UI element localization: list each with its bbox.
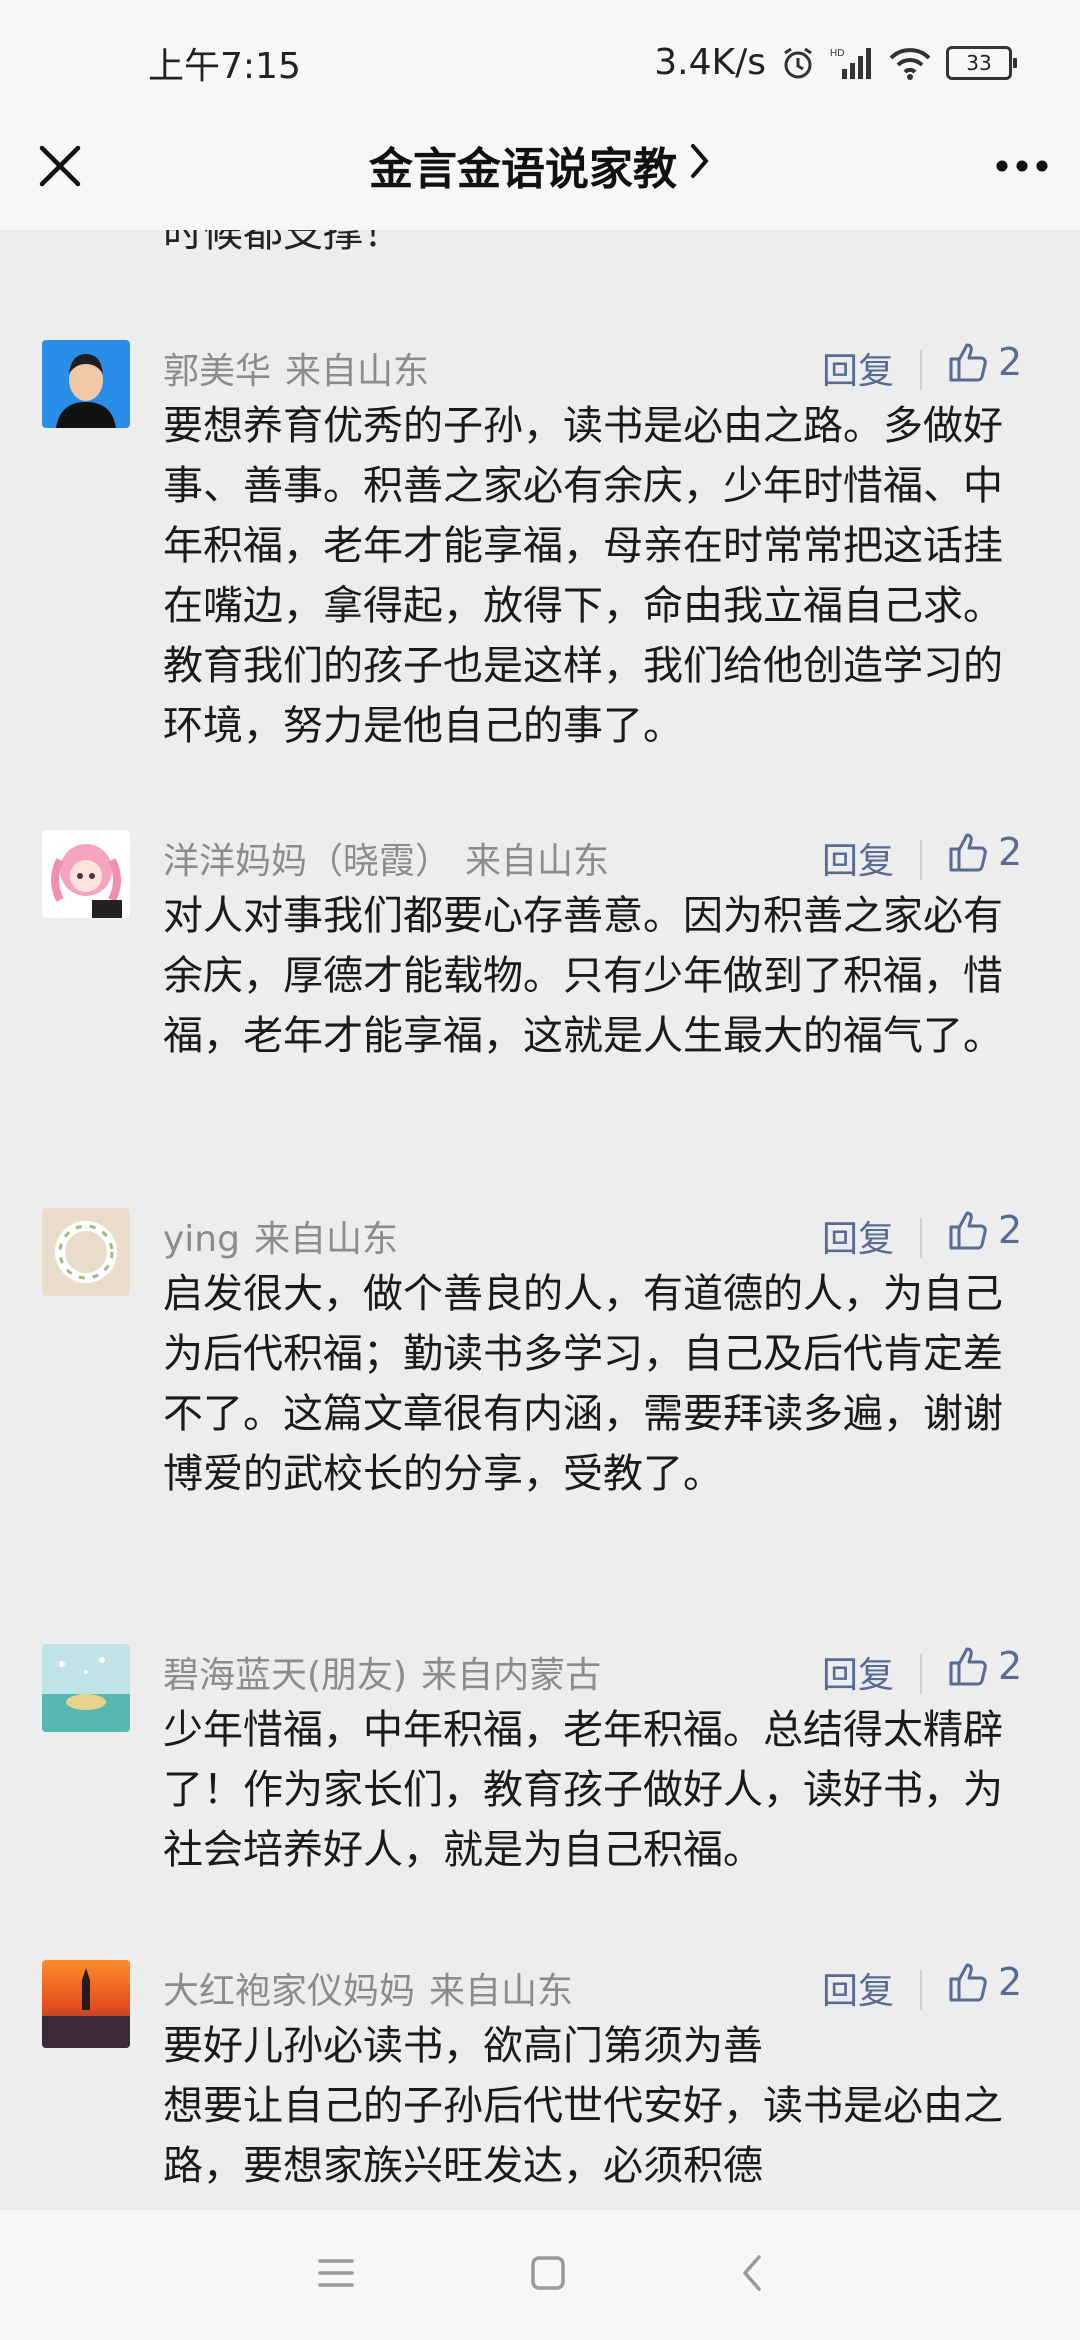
alarm-icon [780,45,816,81]
page-title[interactable]: 金言金语说家教 [369,133,711,197]
back-icon[interactable] [740,2253,764,2297]
like-button[interactable]: 2 [948,1960,1022,2004]
comment-item: 洋洋妈妈（晓霞） 来自山东 回复 2 对人对事我们都要心存善意。因为积善之家必有余… [0,830,1080,1060]
hd-signal-icon: HD [830,45,874,81]
commenter-name[interactable]: 大红袍家仪妈妈 [163,1971,415,2012]
thumbs-up-icon [949,1211,987,1250]
comment-meta: ying 来自山东 [163,1210,398,1262]
avatar[interactable] [42,1644,130,1732]
reply-button[interactable]: 回复 [822,1962,894,2014]
like-count: 2 [998,1208,1023,1252]
commenter-region: 来自山东 [253,1219,398,1260]
comment-text: 要想养育优秀的子孙，读书是必由之路。多做好事、善事。积善之家必有余庆，少年时惜福… [163,403,1003,749]
divider [920,840,922,880]
comment-item: 大红袍家仪妈妈 来自山东 回复 2 要好儿孙必读书，欲高门第须为善 想要让自己的子… [0,1960,1080,2210]
commenter-region: 来自内蒙古 [421,1655,602,1696]
comment-item: ying 来自山东 回复 2 启发很大，做个善良的人，有道德的人，为自己为后代积福… [0,1208,1080,1508]
reply-button[interactable]: 回复 [822,1646,894,1698]
avatar[interactable] [42,1208,130,1296]
close-icon[interactable] [32,138,88,194]
like-button[interactable]: 2 [948,1644,1022,1688]
divider [920,350,922,390]
thumbs-up-icon [949,343,987,382]
top-navigation: 金言金语说家教 [0,100,1080,230]
comment-meta: 碧海蓝天(朋友) 来自内蒙古 [163,1646,601,1698]
divider [920,1970,922,2010]
comment-meta: 洋洋妈妈（晓霞） 来自山东 [163,832,609,884]
thumbs-up-icon [949,833,987,872]
system-nav-bar [0,2210,1080,2340]
chevron-right-icon [689,140,711,191]
comment-meta: 大红袍家仪妈妈 来自山东 [163,1962,573,2014]
comment-text: 少年惜福，中年积福，老年积福。总结得太精辟了！作为家长们，教育孩子做好人，读好书… [163,1707,1003,1873]
like-button[interactable]: 2 [948,830,1022,874]
commenter-name[interactable]: 洋洋妈妈（晓霞） [163,841,451,882]
status-time: 上午7:15 [148,45,301,87]
like-count: 2 [998,1644,1023,1688]
divider [920,1654,922,1694]
thumbs-up-icon [949,1963,987,2002]
comment-meta: 郭美华 来自山东 [163,342,429,394]
more-icon[interactable] [994,150,1050,182]
commenter-region: 来自山东 [429,1971,574,2012]
partial-comment-text: 时候都支撑！ [163,230,403,256]
wifi-icon [888,45,932,81]
reply-button[interactable]: 回复 [822,1210,894,1262]
comment-list[interactable]: 时候都支撑！ 郭美华 来自山东 回复 2 要想养育优秀的子孙，读书是必由之路。多做… [0,230,1080,2210]
commenter-name[interactable]: ying [163,1219,240,1260]
commenter-name[interactable]: 碧海蓝天(朋友) [163,1655,407,1696]
commenter-region: 来自山东 [285,351,430,392]
avatar[interactable] [42,340,130,428]
battery-icon: 33 [946,45,1017,80]
comment-text: 要好儿孙必读书，欲高门第须为善 想要让自己的子孙后代世代安好，读书是必由之路，要… [163,2023,1003,2189]
like-count: 2 [998,340,1023,384]
thumbs-up-icon [949,1647,987,1686]
network-speed: 3.4K/s [654,42,766,83]
commenter-region: 来自山东 [465,841,610,882]
like-button[interactable]: 2 [948,1208,1022,1252]
commenter-name[interactable]: 郭美华 [163,351,271,392]
svg-text:HD: HD [830,48,844,59]
page-title-text: 金言金语说家教 [369,144,677,195]
comment-text: 启发很大，做个善良的人，有道德的人，为自己为后代积福；勤读书多学习，自己及后代肯… [163,1271,1003,1497]
divider [920,1218,922,1258]
like-count: 2 [998,1960,1023,2004]
like-count: 2 [998,830,1023,874]
menu-icon[interactable] [316,2256,356,2294]
avatar[interactable] [42,1960,130,2048]
comment-text: 对人对事我们都要心存善意。因为积善之家必有余庆，厚德才能载物。只有少年做到了积福… [163,893,1003,1059]
comment-item: 郭美华 来自山东 回复 2 要想养育优秀的子孙，读书是必由之路。多做好事、善事。积… [0,340,1080,810]
like-button[interactable]: 2 [948,340,1022,384]
reply-button[interactable]: 回复 [822,832,894,884]
home-icon[interactable] [529,2254,567,2296]
status-icons: 3.4K/s HD 33 [654,42,1017,83]
comment-item: 碧海蓝天(朋友) 来自内蒙古 回复 2 少年惜福，中年积福，老年积福。总结得太精辟… [0,1644,1080,1874]
reply-button[interactable]: 回复 [822,342,894,394]
avatar[interactable] [42,830,130,918]
